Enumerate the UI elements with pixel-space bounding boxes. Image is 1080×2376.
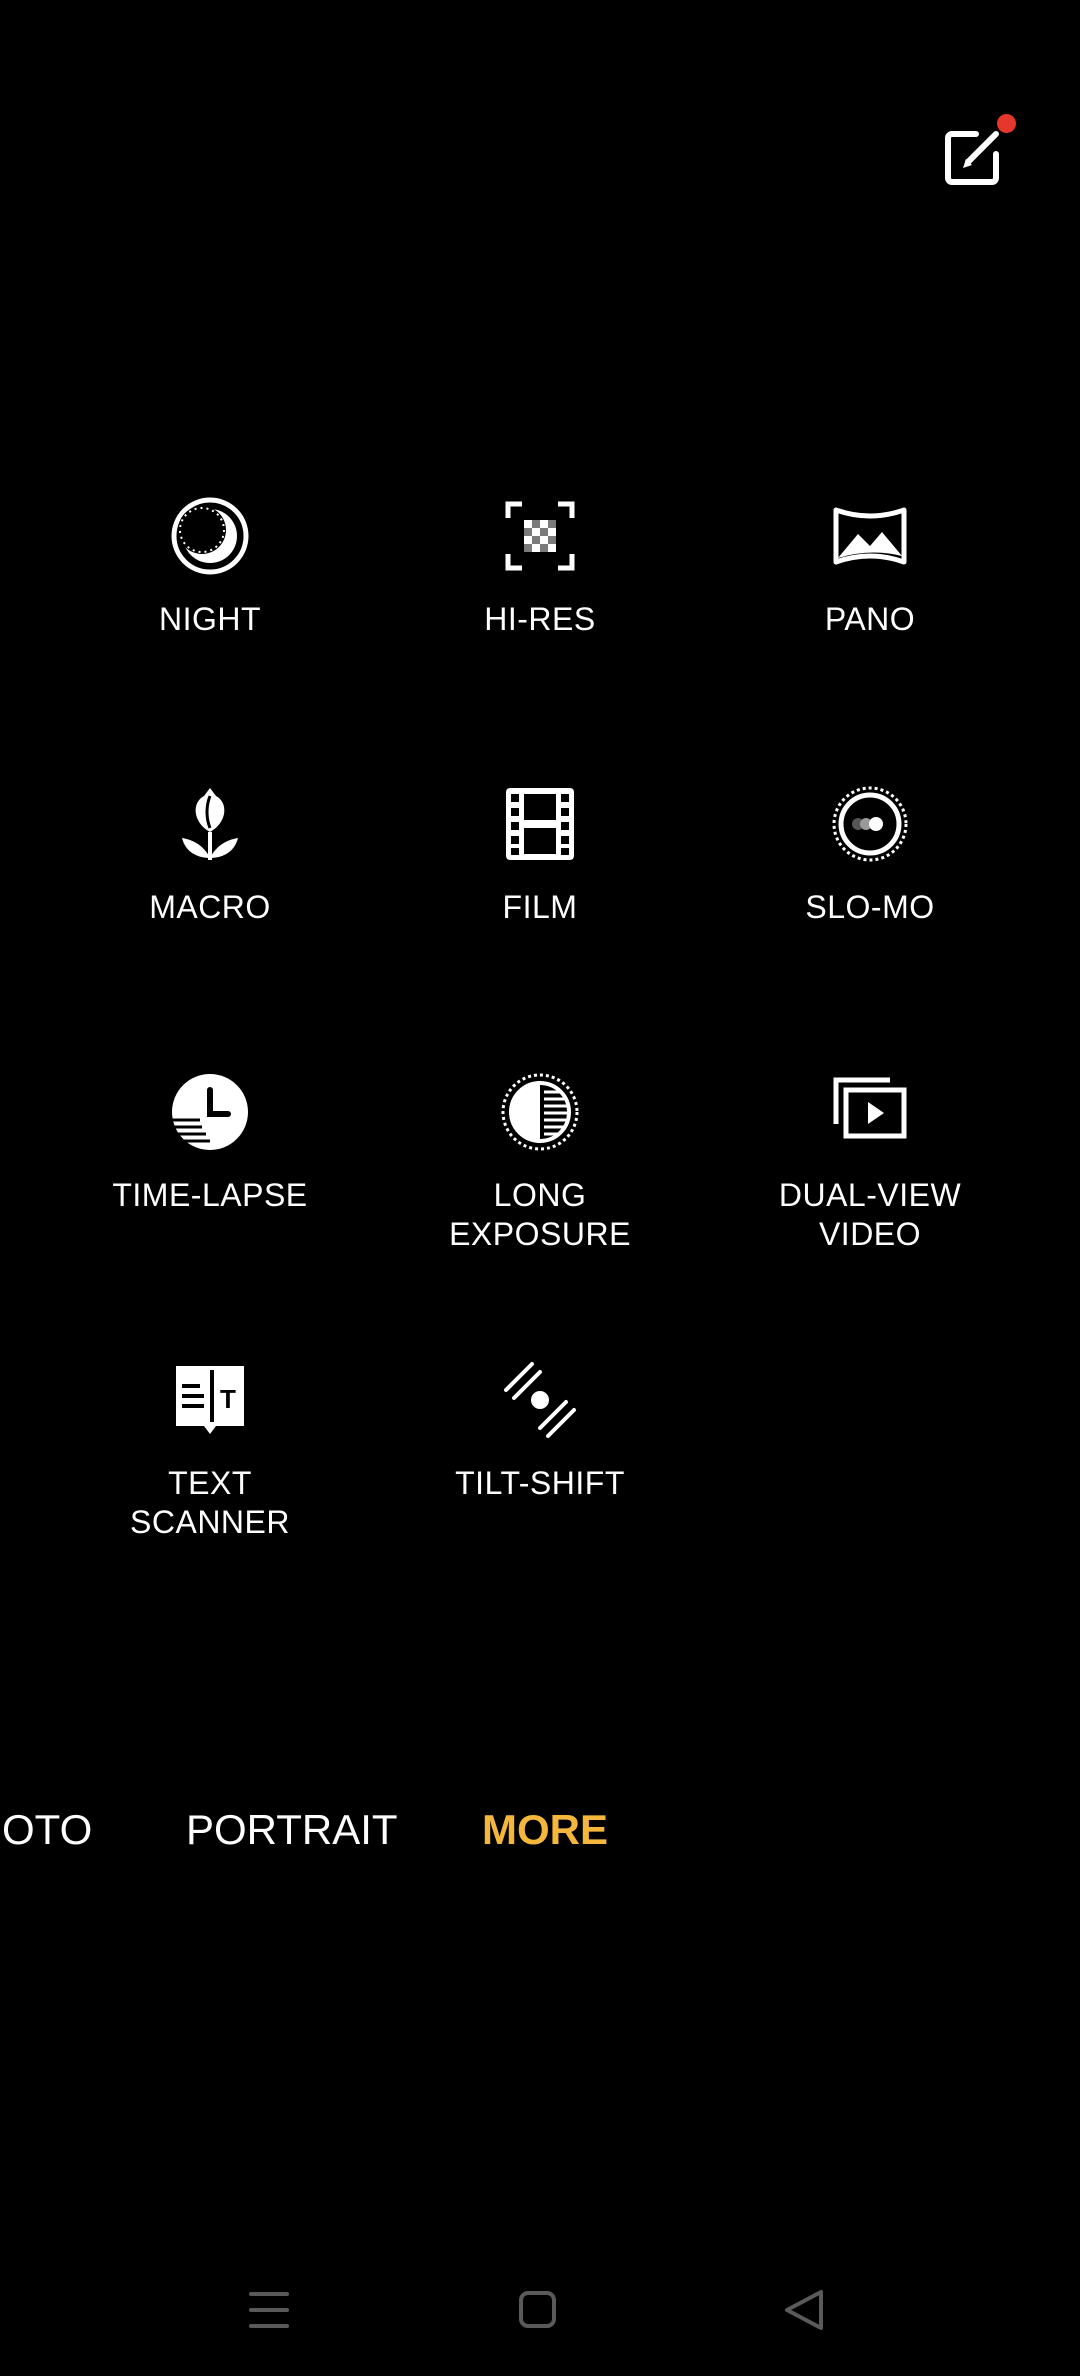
svg-text:T: T xyxy=(220,1384,236,1414)
mode-label: TIME-LAPSE xyxy=(112,1177,308,1213)
home-icon xyxy=(519,2291,556,2328)
mode-film[interactable]: FILM xyxy=(390,768,690,998)
back-icon xyxy=(785,2290,823,2330)
text-scanner-icon: T xyxy=(176,1366,244,1434)
back-button[interactable] xyxy=(763,2270,843,2350)
panorama-icon xyxy=(833,507,907,565)
moon-icon xyxy=(171,497,249,575)
mode-tilt-shift[interactable]: TILT-SHIFT xyxy=(390,1344,690,1574)
tilt-shift-icon xyxy=(504,1362,576,1438)
recents-button[interactable] xyxy=(229,2270,309,2350)
mode-label: LONG EXPOSURE xyxy=(449,1177,631,1252)
hi-res-icon xyxy=(505,501,575,571)
mode-dual-view-video[interactable]: DUAL-VIEW VIDEO xyxy=(720,1056,1020,1286)
notification-dot xyxy=(997,114,1016,133)
mode-label: DUAL-VIEW VIDEO xyxy=(778,1177,962,1252)
mode-label: FILM xyxy=(502,889,578,925)
tulip-icon xyxy=(182,788,238,860)
slow-motion-icon xyxy=(832,786,908,862)
mode-tab-portrait[interactable]: PORTRAIT xyxy=(186,1800,398,1860)
time-lapse-icon xyxy=(172,1074,248,1150)
mode-hi-res[interactable]: HI-RES xyxy=(390,480,690,710)
system-nav-bar xyxy=(0,2270,1080,2350)
mode-label: MACRO xyxy=(149,889,271,925)
mode-tab-more[interactable]: MORE xyxy=(482,1800,608,1860)
mode-night[interactable]: NIGHT xyxy=(60,480,360,710)
mode-label: SLO-MO xyxy=(805,889,935,925)
mode-slo-mo[interactable]: SLO-MO xyxy=(720,768,1020,998)
mode-tab-photo[interactable]: OTO xyxy=(2,1800,92,1860)
film-icon xyxy=(506,788,574,860)
mode-label: TILT-SHIFT xyxy=(455,1465,625,1501)
camera-mode-bar: OTO PORTRAIT MORE xyxy=(0,1800,1080,1860)
dual-view-icon xyxy=(833,1077,907,1139)
mode-label: PANO xyxy=(824,601,916,637)
mode-macro[interactable]: MACRO xyxy=(60,768,360,998)
menu-icon xyxy=(249,2292,289,2328)
long-exposure-icon xyxy=(501,1073,579,1151)
home-button[interactable] xyxy=(497,2270,577,2350)
mode-label: TEXT SCANNER xyxy=(130,1465,290,1540)
mode-pano[interactable]: PANO xyxy=(720,480,1020,710)
mode-long-exposure[interactable]: LONG EXPOSURE xyxy=(390,1056,690,1286)
mode-label: NIGHT xyxy=(158,601,262,637)
mode-text-scanner[interactable]: T TEXT SCANNER xyxy=(60,1344,360,1574)
mode-label: HI-RES xyxy=(484,601,596,637)
mode-time-lapse[interactable]: TIME-LAPSE xyxy=(60,1056,360,1286)
